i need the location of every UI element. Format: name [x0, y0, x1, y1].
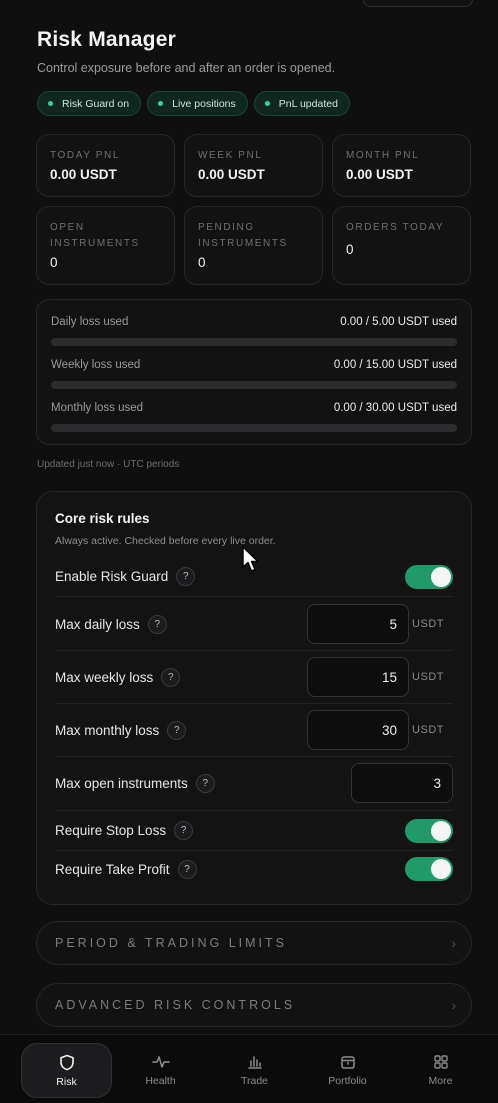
require-stop-loss-toggle[interactable]: [405, 819, 453, 843]
help-icon[interactable]: ?: [161, 667, 181, 687]
pulse-icon: [151, 1056, 170, 1068]
unit-label: USDT: [412, 618, 444, 630]
core-rules-title: Core risk rules: [55, 511, 150, 526]
bottom-nav: Risk Health Trade Portfolio More: [0, 1034, 498, 1103]
help-icon[interactable]: ?: [177, 859, 197, 879]
loss-progress-bar: [51, 338, 457, 346]
toggle-knob: [431, 821, 451, 841]
period-trading-limits-section[interactable]: PERIOD & TRADING LIMITS ›: [36, 921, 472, 965]
toggle-knob: [431, 567, 451, 587]
stat-today-pnl: TODAY PNL 0.00 USDT: [36, 134, 175, 197]
stat-value: 0: [50, 255, 58, 270]
shield-icon: [59, 1054, 74, 1070]
loss-row-label: Weekly loss used: [51, 359, 141, 371]
rule-label: Enable Risk Guard: [55, 569, 169, 584]
stat-month-pnl: MONTH PNL 0.00 USDT: [332, 134, 471, 197]
loss-usage-card: Daily loss used 0.00 / 5.00 USDT used We…: [36, 299, 472, 445]
rule-max-daily-loss: Max daily loss ? 5 USDT: [55, 598, 453, 651]
unit-label: USDT: [412, 724, 444, 736]
nav-item-more[interactable]: More: [395, 1043, 486, 1098]
briefcase-icon: [340, 1056, 355, 1069]
status-chip-live-positions: Live positions: [147, 91, 248, 116]
stat-label: ORDERS TODAY: [346, 222, 445, 233]
page-subtitle: Control exposure before and after an ord…: [37, 61, 336, 75]
status-chip-pnl-updated: PnL updated: [253, 91, 350, 116]
rule-label: Require Take Profit: [55, 861, 170, 877]
nav-label: Portfolio: [328, 1075, 367, 1087]
mouse-cursor-icon: [242, 546, 259, 572]
max-weekly-loss-input[interactable]: 15: [307, 657, 409, 697]
loss-row-amount: 0.00 / 30.00 USDT used: [333, 402, 457, 414]
status-dot-icon: [158, 101, 164, 106]
loss-progress-bar: [51, 424, 457, 432]
chevron-right-icon: ›: [451, 997, 456, 1013]
stat-value: 0.00 USDT: [198, 167, 265, 182]
top-partial-button[interactable]: [363, 0, 473, 7]
nav-label: More: [428, 1075, 453, 1087]
section-label: PERIOD & TRADING LIMITS: [55, 936, 287, 950]
help-icon[interactable]: ?: [174, 821, 194, 840]
stat-value: 0.00 USDT: [50, 167, 117, 182]
nav-label: Trade: [240, 1075, 269, 1087]
loss-row-label: Monthly loss used: [51, 402, 144, 414]
stat-open-instruments: OPEN INSTRUMENTS 0: [36, 206, 175, 285]
stat-week-pnl: WEEK PNL 0.00 USDT: [184, 134, 323, 197]
section-label: ADVANCED RISK CONTROLS: [55, 998, 296, 1012]
nav-label: Risk: [56, 1075, 77, 1088]
nav-item-health[interactable]: Health: [115, 1043, 206, 1098]
chip-label: Live positions: [172, 97, 236, 110]
stat-label: TODAY PNL: [50, 150, 120, 161]
nav-item-trade[interactable]: Trade: [209, 1043, 300, 1098]
rule-label: Max daily loss: [55, 616, 140, 632]
status-chips: Risk Guard on Live positions PnL updated: [37, 91, 350, 116]
help-icon[interactable]: ?: [195, 774, 215, 793]
nav-label: Health: [145, 1075, 176, 1087]
nav-item-risk[interactable]: Risk: [21, 1043, 112, 1098]
stat-label: PENDING INSTRUMENTS: [198, 222, 288, 249]
page-title: Risk Manager: [37, 28, 176, 51]
stat-value: 0: [198, 255, 206, 270]
stat-label: OPEN INSTRUMENTS: [50, 222, 140, 249]
loss-row-label: Daily loss used: [51, 316, 129, 328]
rule-require-stop-loss: Require Stop Loss ?: [55, 811, 453, 851]
max-open-instruments-input[interactable]: 3: [351, 763, 453, 803]
help-icon[interactable]: ?: [176, 567, 196, 586]
advanced-risk-controls-section[interactable]: ADVANCED RISK CONTROLS ›: [36, 983, 472, 1027]
updated-note: Updated just now · UTC periods: [37, 459, 180, 470]
stat-label: MONTH PNL: [346, 150, 420, 161]
chip-label: Risk Guard on: [62, 97, 130, 110]
chevron-right-icon: ›: [451, 935, 456, 951]
stat-label: WEEK PNL: [198, 150, 263, 161]
loss-progress-bar: [51, 381, 457, 389]
bar-chart-icon: [247, 1056, 262, 1069]
risk-guard-toggle[interactable]: [405, 565, 453, 589]
rule-max-weekly-loss: Max weekly loss ? 15 USDT: [55, 651, 453, 704]
max-daily-loss-input[interactable]: 5: [307, 604, 409, 644]
rule-require-take-profit: Require Take Profit ?: [55, 849, 453, 889]
help-icon[interactable]: ?: [167, 720, 187, 740]
rule-max-open-instruments: Max open instruments ? 3: [55, 757, 453, 811]
rule-label: Require Stop Loss: [55, 823, 167, 838]
status-chip-risk-guard: Risk Guard on: [37, 91, 142, 116]
loss-row-amount: 0.00 / 5.00 USDT used: [340, 316, 457, 328]
unit-label: USDT: [412, 671, 444, 683]
require-take-profit-toggle[interactable]: [405, 857, 453, 881]
loss-row-amount: 0.00 / 15.00 USDT used: [333, 359, 457, 371]
stat-value: 0.00 USDT: [346, 167, 413, 182]
grid-icon: [433, 1055, 448, 1069]
status-dot-icon: [48, 101, 53, 106]
help-icon[interactable]: ?: [147, 614, 167, 634]
rule-label: Max open instruments: [55, 776, 188, 791]
nav-item-portfolio[interactable]: Portfolio: [302, 1043, 393, 1098]
stat-pending-instruments: PENDING INSTRUMENTS 0: [184, 206, 323, 285]
stat-orders-today: ORDERS TODAY 0: [332, 206, 471, 285]
stat-value: 0: [346, 242, 354, 257]
status-dot-icon: [264, 101, 270, 106]
rule-label: Max weekly loss: [55, 669, 154, 685]
chip-label: PnL updated: [278, 97, 338, 110]
rule-label: Max monthly loss: [55, 722, 160, 738]
max-monthly-loss-input[interactable]: 30: [307, 710, 409, 750]
rule-max-monthly-loss: Max monthly loss ? 30 USDT: [55, 704, 453, 757]
toggle-knob: [431, 859, 451, 879]
